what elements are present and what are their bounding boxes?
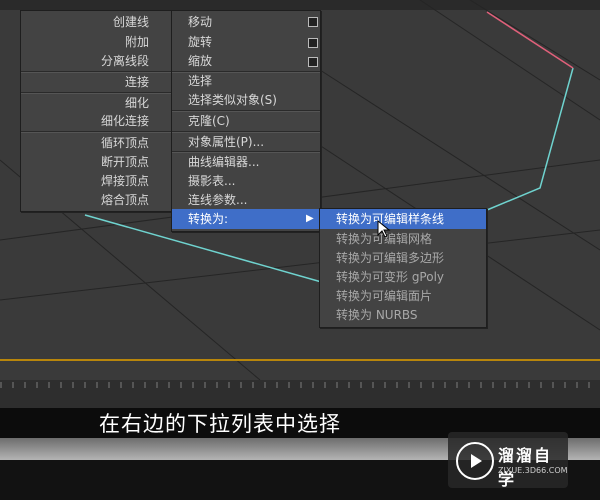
menu-item-connect[interactable]: 连接 <box>125 73 149 91</box>
menu-item-scale[interactable]: 缩放 <box>188 52 212 70</box>
menu-separator <box>21 131 171 133</box>
menu-item-clone[interactable]: 克隆(C) <box>188 112 230 130</box>
viewport[interactable]: 创建线 附加 分离线段 连接 细化 细化连接 循环顶点 断开顶点 焊接顶点 熔合… <box>0 0 600 380</box>
watermark-logo: 溜溜自学 ZIXUE.3D66.COM <box>448 432 568 489</box>
menu-item-convert-gpoly[interactable]: 转换为可变形 gPoly <box>336 268 444 286</box>
menu-item-move[interactable]: 移动 <box>188 13 212 31</box>
menu-item-cycle-vertices[interactable]: 循环顶点 <box>101 134 149 152</box>
menu-item-convert-editable-poly[interactable]: 转换为可编辑多边形 <box>336 249 444 267</box>
convert-to-submenu: 转换为可编辑样条线 转换为可编辑网格 转换为可编辑多边形 转换为可变形 gPol… <box>319 208 487 328</box>
logo-url: ZIXUE.3D66.COM <box>498 466 568 475</box>
settings-box-icon[interactable] <box>308 17 318 27</box>
menu-item-convert-to[interactable]: 转换为: <box>188 210 228 228</box>
menu-item-curve-editor[interactable]: 曲线编辑器... <box>188 153 259 171</box>
menu-item-wire-parameters[interactable]: 连线参数... <box>188 191 247 209</box>
menu-item-break-vertices[interactable]: 断开顶点 <box>101 153 149 171</box>
menu-item-attach[interactable]: 附加 <box>125 33 149 51</box>
menu-item-object-properties[interactable]: 对象属性(P)... <box>188 133 264 151</box>
quad-menu-left: 创建线 附加 分离线段 连接 细化 细化连接 循环顶点 断开顶点 焊接顶点 熔合… <box>20 10 172 212</box>
settings-box-icon[interactable] <box>308 38 318 48</box>
menu-item-select-similar[interactable]: 选择类似对象(S) <box>188 91 277 109</box>
menu-item-create-line[interactable]: 创建线 <box>113 13 149 31</box>
submenu-arrow-icon: ▶ <box>306 213 314 224</box>
menu-item-select[interactable]: 选择 <box>188 72 212 90</box>
settings-box-icon[interactable] <box>308 57 318 67</box>
quad-menu-right: 移动 旋转 缩放 选择 选择类似对象(S) 克隆(C) 对象属性(P)... 曲… <box>171 10 321 232</box>
play-logo-icon <box>456 442 494 480</box>
mouse-cursor-icon <box>377 220 391 238</box>
menu-item-rotate[interactable]: 旋转 <box>188 33 212 51</box>
video-caption: 在右边的下拉列表中选择 <box>99 412 341 436</box>
timeline-ticks <box>0 382 600 388</box>
menu-item-dope-sheet[interactable]: 摄影表... <box>188 172 235 190</box>
menu-item-fuse-vertices[interactable]: 熔合顶点 <box>101 191 149 209</box>
menu-item-convert-nurbs[interactable]: 转换为 NURBS <box>336 306 418 324</box>
menu-item-weld-vertices[interactable]: 焊接顶点 <box>101 172 149 190</box>
timeline-bar[interactable] <box>0 380 600 408</box>
play-icon <box>471 454 482 468</box>
menu-item-detach-segment[interactable]: 分离线段 <box>101 52 149 70</box>
menu-item-convert-editable-patch[interactable]: 转换为可编辑面片 <box>336 287 432 305</box>
menu-item-refine[interactable]: 细化 <box>125 94 149 112</box>
menu-item-refine-connect[interactable]: 细化连接 <box>101 112 149 130</box>
